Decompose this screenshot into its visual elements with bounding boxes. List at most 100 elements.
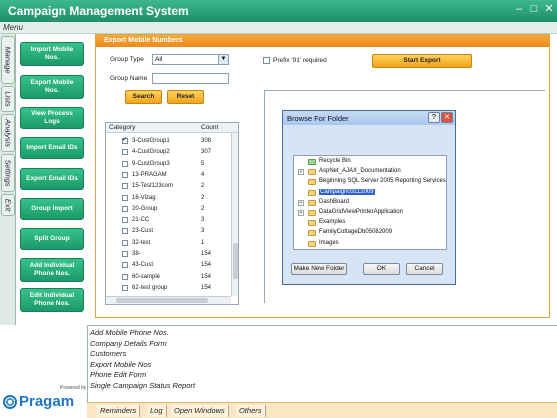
category-name: 4-CustGroup2 [132, 149, 170, 156]
help-button[interactable]: ? [428, 112, 440, 123]
category-name: 32-test [132, 239, 151, 246]
tree-item[interactable]: + AspNet_AJAX_Documentation [294, 168, 444, 177]
row-checkbox[interactable] [122, 228, 128, 235]
row-checkbox[interactable] [122, 183, 128, 190]
export-email-button[interactable]: Export Email IDs [20, 168, 84, 190]
tree-item-label: Images [319, 239, 339, 246]
expand-icon[interactable]: + [298, 199, 304, 206]
group-name-input[interactable] [152, 73, 229, 84]
import-email-button[interactable]: Import Email IDs [20, 137, 84, 159]
import-mobile-button[interactable]: Import Mobile Nos. [20, 42, 84, 66]
tree-item[interactable]: Campaign03112009 [294, 188, 444, 198]
split-group-button[interactable]: Split Group [20, 228, 84, 250]
tree-item[interactable]: FamilyCottageDb05082009 [294, 229, 444, 238]
table-row[interactable]: 4-CustGroup2 307 [106, 148, 231, 157]
tree-item[interactable]: Beginning SQL Server 2005 Reporting Serv… [294, 178, 446, 187]
tree-item-label: Campaign03112009 [319, 188, 375, 195]
list-item[interactable]: Company Details Form [90, 339, 167, 348]
list-item[interactable]: Single Campaign Status Report [90, 381, 195, 390]
table-row[interactable]: 13-PRAGAM 4 [106, 171, 231, 180]
start-export-button[interactable]: Start Export [372, 54, 472, 68]
folder-tree[interactable]: Recycle Bin + AspNet_AJAX_Documentation Beg… [293, 155, 447, 250]
dialog-close-button[interactable]: ✕ [441, 112, 453, 123]
reset-button[interactable]: Reset [167, 90, 204, 104]
category-name: 13-PRAGAM [132, 171, 167, 178]
row-checkbox[interactable] [122, 136, 128, 144]
folder-icon [308, 189, 316, 196]
row-checkbox[interactable] [122, 205, 128, 212]
export-mobile-button[interactable]: Export Mobile Nos. [20, 75, 84, 99]
table-row[interactable]: 32-test 1 [106, 239, 231, 248]
table-row[interactable]: 38- 154 [106, 250, 231, 259]
row-checkbox[interactable] [122, 160, 128, 167]
tab-exit[interactable]: Exit [1, 194, 15, 216]
tab-reminders[interactable]: Reminders [97, 405, 141, 417]
chevron-down-icon[interactable]: ▼ [218, 55, 228, 64]
table-row[interactable]: 15-Test123com 2 [106, 182, 231, 191]
ok-button[interactable]: OK [363, 263, 400, 275]
add-individual-phone-button[interactable]: Add Individual Phone Nos. [20, 258, 84, 282]
category-count: 307 [201, 149, 212, 156]
tree-item[interactable]: Recycle Bin [294, 158, 444, 167]
category-count: 3 [201, 228, 205, 235]
tree-item[interactable]: + DashBoard [294, 199, 444, 208]
group-type-select[interactable]: All ▼ [152, 54, 229, 65]
prefix-label: Prefix '91' required [273, 57, 327, 64]
table-row[interactable]: 3-CustGroup1 308 [106, 136, 231, 146]
make-new-folder-button[interactable]: Make New Folder [291, 263, 347, 275]
brand-name: Pragam [19, 393, 75, 410]
panel-header: Export Mobile Numbers [96, 35, 549, 47]
view-process-logs-button[interactable]: View Process Logs [20, 107, 84, 129]
row-checkbox[interactable] [122, 262, 128, 269]
grid-vertical-scrollbar[interactable] [231, 133, 238, 296]
tree-item-label: AspNet_AJAX_Documentation [319, 168, 401, 175]
row-checkbox[interactable] [122, 149, 128, 156]
prefix-checkbox[interactable] [263, 57, 270, 64]
row-checkbox[interactable] [122, 194, 128, 201]
category-count: 1 [201, 239, 205, 246]
minimize-button[interactable]: – [512, 3, 526, 17]
list-item[interactable]: Customers [90, 349, 126, 358]
tree-item[interactable]: Examples [294, 219, 444, 228]
list-item[interactable]: Add Mobile Phone Nos. [90, 328, 169, 337]
logo-area: Powered by Pragam [0, 325, 87, 418]
category-count: 2 [201, 183, 205, 190]
tree-item[interactable]: Images [294, 240, 444, 249]
row-checkbox[interactable] [122, 239, 128, 246]
list-item[interactable]: Phone Edit Form [90, 370, 146, 379]
row-checkbox[interactable] [122, 217, 128, 224]
tree-item[interactable]: + DataGridViewPrinterApplication [294, 209, 444, 218]
group-import-button[interactable]: Group Import [20, 198, 84, 220]
side-button-panel: Import Mobile Nos. Export Mobile Nos. Vi… [16, 34, 87, 325]
tree-item-label: DataGridViewPrinterApplication [319, 209, 403, 215]
expand-icon[interactable]: + [298, 210, 304, 216]
table-row[interactable]: 20-Group 2 [106, 205, 231, 214]
scroll-thumb[interactable] [233, 243, 238, 279]
row-checkbox[interactable] [122, 251, 128, 257]
table-row[interactable]: 23-Cust 3 [106, 227, 231, 236]
list-item[interactable]: Export Mobile Nos [90, 360, 151, 369]
table-row[interactable]: 62-test group 154 [106, 284, 231, 293]
row-checkbox[interactable] [122, 273, 128, 280]
tab-log[interactable]: Log [147, 405, 167, 417]
tree-item-label: Beginning SQL Server 2005 Reporting Serv… [319, 178, 446, 185]
table-row[interactable]: 9-CustGroup3 5 [106, 160, 231, 169]
table-row[interactable]: 16-Vizag 2 [106, 194, 231, 203]
tab-open-windows[interactable]: Open Windows [171, 405, 229, 417]
table-row[interactable]: 21-CC 3 [106, 216, 231, 225]
tab-others[interactable]: Others [236, 405, 266, 417]
tree-item-label: DashBoard [319, 198, 350, 205]
bottom-tab-bar: Reminders Log Open Windows Others [87, 402, 557, 418]
edit-individual-phone-button[interactable]: Edit Individual Phone Nos. [20, 288, 84, 312]
grid-horizontal-scrollbar[interactable] [106, 296, 231, 304]
row-checkbox[interactable] [122, 171, 128, 178]
maximize-button[interactable]: □ [527, 3, 541, 17]
row-checkbox[interactable] [122, 284, 128, 291]
cancel-button[interactable]: Cancel [406, 263, 443, 275]
close-button[interactable]: ✕ [542, 3, 556, 17]
scroll-thumb[interactable] [116, 298, 208, 303]
table-row[interactable]: 43-Cust 154 [106, 261, 231, 270]
expand-icon[interactable]: + [298, 169, 304, 176]
search-button[interactable]: Search [125, 90, 162, 104]
table-row[interactable]: 60-sample 154 [106, 273, 231, 282]
